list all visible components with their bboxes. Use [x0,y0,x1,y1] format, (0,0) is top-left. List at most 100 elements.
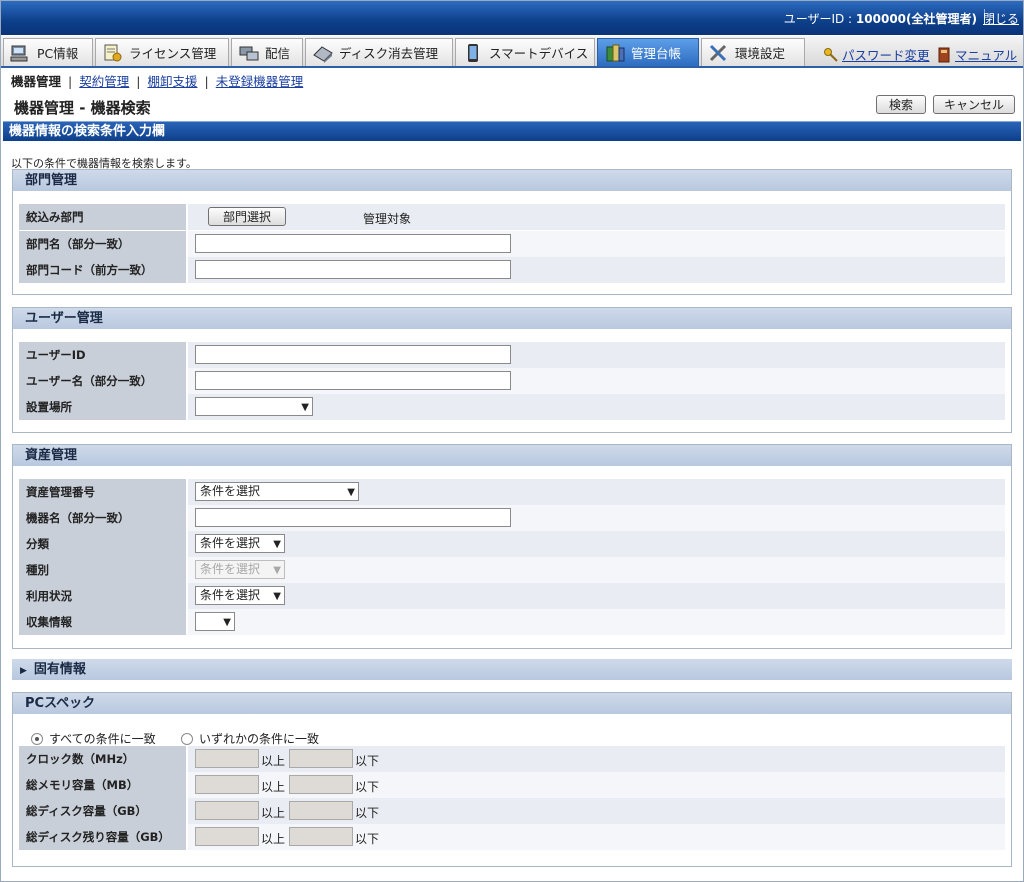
user-id-label: ユーザーID [19,342,187,368]
tab-label: ライセンス管理 [129,46,217,61]
disk-max-input [289,801,353,820]
dept-code-row: 部門コード（前方一致） [19,257,1005,283]
memory-row: 総メモリ容量（MB） 以上 以下 [19,772,1005,798]
radio-checked-icon [31,732,43,745]
tab-label: 配信 [265,46,291,61]
location-select[interactable]: ▼ [195,397,313,416]
disk-free-cell: 以上 以下 [188,824,1005,850]
memory-max-input [289,775,353,794]
dept-code-label: 部門コード（前方一致） [19,257,187,283]
distribution-icon [239,46,259,60]
radio-any-label: いずれかの条件に一致 [199,732,320,746]
tab-settings[interactable]: 環境設定 [701,38,805,66]
usage-select[interactable]: 条件を選択 ▼ [195,586,285,605]
class-cell: 条件を選択 ▼ [188,531,1005,557]
dept-filter-value: 部門選択 管理対象 [188,204,1005,230]
subnav-sep: | [204,74,209,89]
disk-free-max-input [289,827,353,846]
tab-label: PC情報 [37,46,79,61]
chevron-down-icon: ▼ [273,539,281,550]
device-name-input[interactable] [195,508,511,527]
dept-scope-text: 管理対象 [363,212,412,226]
manual-link[interactable]: マニュアル [936,45,1017,64]
dept-name-value [188,231,1005,257]
search-button[interactable]: 検索 [876,95,926,114]
disk-free-min-input [195,827,259,846]
tab-disk-erase[interactable]: ディスク消去管理 [305,38,453,66]
tab-distribution[interactable]: 配信 [231,38,303,66]
device-name-cell [188,505,1005,531]
collect-select[interactable]: ▼ [195,612,235,631]
dept-name-input[interactable] [195,234,511,253]
chevron-down-icon: ▼ [273,565,281,576]
dept-code-input[interactable] [195,260,511,279]
clock-min-input [195,749,259,768]
memory-cell: 以上 以下 [188,772,1005,798]
subnav-inventory-link[interactable]: 棚卸支援 [147,74,197,89]
asset-number-select-value: 条件を選択 [200,484,261,498]
class-label: 分類 [19,531,187,557]
tab-label: 環境設定 [735,46,786,61]
tab-label: スマートデバイス [489,46,589,61]
user-id-input[interactable] [195,345,511,364]
asset-number-select[interactable]: 条件を選択 ▼ [195,482,359,501]
location-cell: ▼ [188,394,1005,420]
unit-below: 以下 [355,780,380,794]
user-id-label: ユーザーID : [783,12,856,26]
disk-free-label: 総ディスク残り容量（GB） [19,824,187,850]
class-select[interactable]: 条件を選択 ▼ [195,534,285,553]
user-group-title: ユーザー管理 [13,308,1011,329]
asset-group: 資産管理 資産管理番号 条件を選択 ▼ 機器名（部分一致） 分類 条件を選択 ▼ 種… [12,444,1012,649]
dept-name-row: 部門名（部分一致） [19,231,1005,257]
radio-unchecked-icon [181,732,193,745]
cancel-button[interactable]: キャンセル [933,95,1015,114]
tab-ledger[interactable]: 管理台帳 [597,38,699,66]
subnav-unregistered-link[interactable]: 未登録機器管理 [216,74,304,89]
chevron-down-icon: ▼ [273,591,281,602]
book-icon [938,47,950,62]
clock-label: クロック数（MHz） [19,746,187,772]
disk-erase-icon [313,45,333,63]
chevron-down-icon: ▼ [223,617,231,628]
radio-any-condition[interactable]: いずれかの条件に一致 [181,730,319,747]
pc-icon [10,45,28,61]
tab-license[interactable]: ライセンス管理 [95,38,229,66]
triangle-right-icon: ▶ [20,666,27,676]
collect-label: 収集情報 [19,609,187,635]
dept-group: 部門管理 絞込み部門 部門選択 管理対象 部門名（部分一致） 部門コード（前方一… [12,169,1012,295]
asset-number-row: 資産管理番号 条件を選択 ▼ [19,479,1005,505]
user-name-label: ユーザー名（部分一致） [19,368,187,394]
unit-below: 以下 [355,832,380,846]
collect-row: 収集情報 ▼ [19,609,1005,635]
user-name-row: ユーザー名（部分一致） [19,368,1005,394]
unit-above: 以上 [261,754,286,768]
usage-select-value: 条件を選択 [200,588,261,602]
password-change-link[interactable]: パスワード変更 [823,45,930,64]
location-row: 設置場所 ▼ [19,394,1005,420]
subnav-sep: | [136,74,141,89]
device-name-row: 機器名（部分一致） [19,505,1005,531]
kind-label: 種別 [19,557,187,583]
clock-row: クロック数（MHz） 以上 以下 [19,746,1005,772]
disk-label: 総ディスク容量（GB） [19,798,187,824]
specific-info-toggle[interactable]: ▶ 固有情報 [12,659,1012,680]
tab-smart-device[interactable]: スマートデバイス [455,38,595,66]
key-icon [824,47,838,62]
class-select-value: 条件を選択 [200,536,261,550]
disk-min-input [195,801,259,820]
user-id-cell [188,342,1005,368]
radio-all-label: すべての条件に一致 [49,732,156,746]
close-link[interactable]: 閉じる [983,10,1019,27]
user-name-input[interactable] [195,371,511,390]
device-name-label: 機器名（部分一致） [19,505,187,531]
tab-pc-info[interactable]: PC情報 [3,38,93,66]
radio-all-conditions[interactable]: すべての条件に一致 [31,730,156,747]
dept-select-button[interactable]: 部門選択 [208,207,286,226]
disk-cell: 以上 以下 [188,798,1005,824]
kind-select: 条件を選択 ▼ [195,560,285,579]
subnav-contract-link[interactable]: 契約管理 [79,74,129,89]
kind-row: 種別 条件を選択 ▼ [19,557,1005,583]
memory-min-input [195,775,259,794]
manual-label: マニュアル [955,48,1018,63]
collect-cell: ▼ [188,609,1005,635]
